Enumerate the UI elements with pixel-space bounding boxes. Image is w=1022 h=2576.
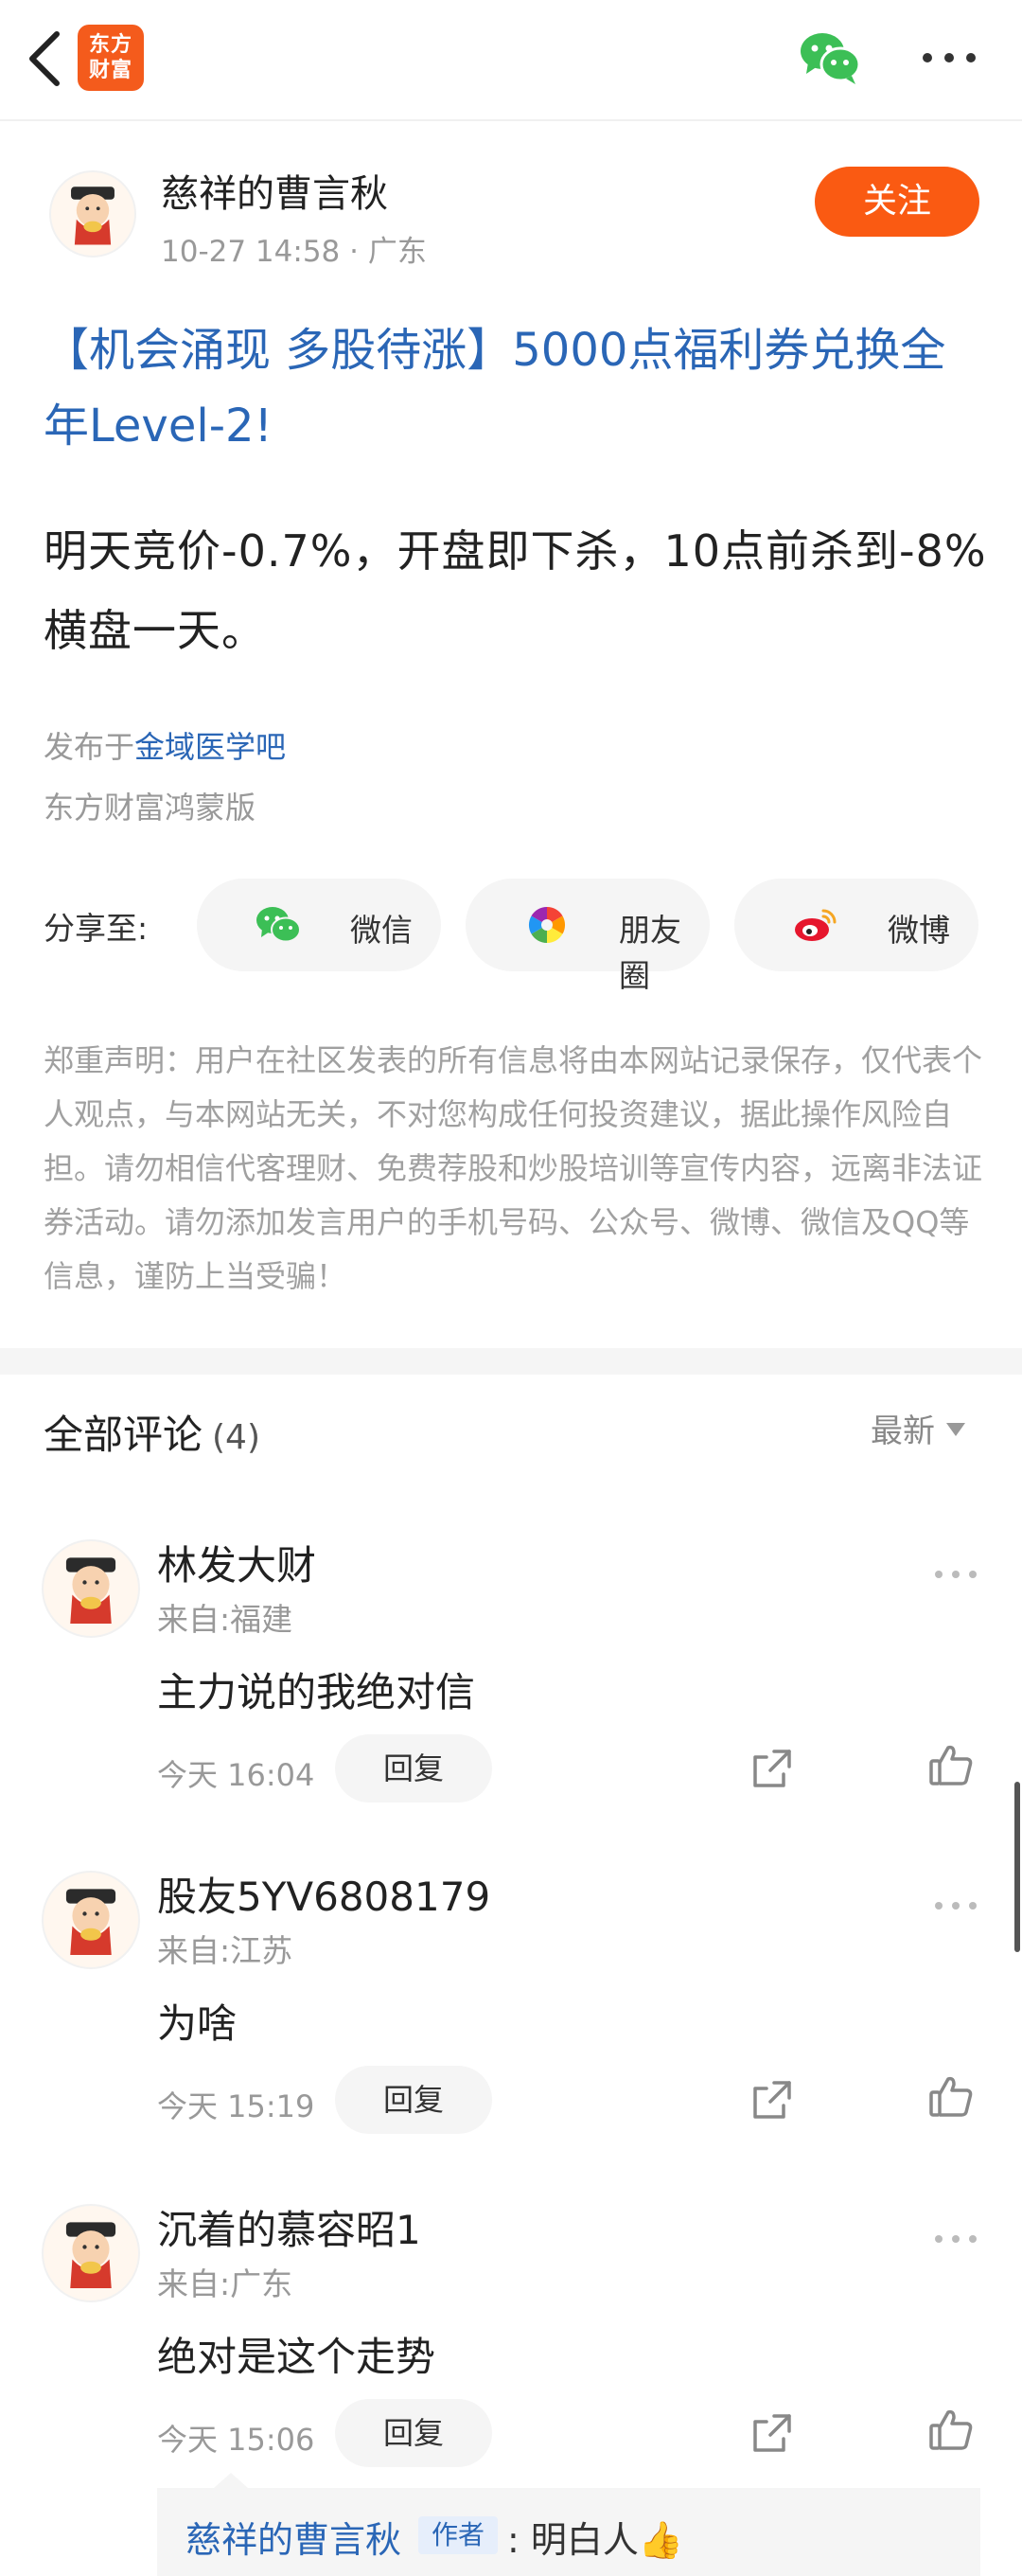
more-dots-icon[interactable] xyxy=(933,1899,978,1912)
author-avatar[interactable] xyxy=(49,170,136,258)
thumbs-up-icon[interactable] xyxy=(927,2407,975,2454)
wechat-icon[interactable] xyxy=(799,30,861,85)
comments-header: 全部评论 (4) xyxy=(44,1403,260,1461)
commenter-name[interactable]: 股友5YV6808179 xyxy=(157,1865,490,1923)
comment-time: 今天 15:06 xyxy=(157,2422,315,2458)
author-reply[interactable]: 慈祥的曹言秋 作者 : 明白人👍 xyxy=(157,2488,980,2576)
commenter-location: 来自:福建 xyxy=(157,1601,293,1638)
comment-time: 今天 16:04 xyxy=(157,1757,315,1793)
author-name[interactable]: 慈祥的曹言秋 xyxy=(161,163,388,218)
wechat-icon xyxy=(256,907,301,943)
reply-button[interactable]: 回复 xyxy=(335,2399,492,2467)
sort-label: 最新 xyxy=(871,1412,935,1450)
caret-down-icon xyxy=(946,1422,965,1436)
client-label: 东方财富鸿蒙版 xyxy=(44,790,256,826)
follow-button[interactable]: 关注 xyxy=(815,167,979,237)
share-icon[interactable] xyxy=(749,2410,795,2456)
more-dots-icon[interactable] xyxy=(933,1568,978,1581)
back-chevron-icon[interactable] xyxy=(23,28,70,89)
post-title[interactable]: 【机会涌现 多股待涨】5000点福利券兑换全年Level-2! xyxy=(44,312,980,464)
share-weibo-button[interactable]: 微博 xyxy=(734,879,978,971)
more-dots-icon[interactable] xyxy=(920,47,978,68)
scrollbar[interactable] xyxy=(1014,1782,1020,1952)
share-moments-label: 朋友圈 xyxy=(619,912,681,994)
commenter-location: 来自:广东 xyxy=(157,2265,293,2302)
reply-button[interactable]: 回复 xyxy=(335,2066,492,2134)
reply-text: : 明白人👍 xyxy=(507,2519,684,2561)
commenter-location: 来自:江苏 xyxy=(157,1932,293,1969)
published-prefix: 发布于 xyxy=(44,729,135,765)
comment-item: 股友5YV6808179 来自:江苏 为啥 今天 15:19 回复 xyxy=(0,1871,1022,2202)
more-dots-icon[interactable] xyxy=(933,2232,978,2246)
post-body: 明天竞价-0.7%，开盘即下杀，10点前杀到-8%横盘一天。 xyxy=(44,525,987,656)
meta-separator: · xyxy=(340,235,368,269)
comment-time: 今天 15:19 xyxy=(157,2088,315,2124)
top-bar: 东方 财富 xyxy=(0,0,1022,121)
weibo-icon xyxy=(795,909,837,941)
author-badge: 作者 xyxy=(418,2516,498,2554)
comments-count: (4) xyxy=(212,1418,261,1457)
comment-text[interactable]: 主力说的我绝对信 xyxy=(157,1661,475,1718)
post-meta: 10-27 14:58 · 广东 xyxy=(161,227,427,270)
comment-item: 沉着的慕容昭1 来自:广东 绝对是这个走势 今天 15:06 回复 xyxy=(0,2204,1022,2535)
reply-notch xyxy=(214,2473,248,2488)
post-location: 广东 xyxy=(367,235,427,269)
commenter-name[interactable]: 林发大财 xyxy=(157,1534,316,1591)
thumbs-up-icon[interactable] xyxy=(927,2073,975,2121)
section-divider xyxy=(0,1348,1022,1375)
commenter-name[interactable]: 沉着的慕容昭1 xyxy=(157,2198,421,2256)
comment-item: 林发大财 来自:福建 主力说的我绝对信 今天 16:04 回复 xyxy=(0,1539,1022,1871)
bar-link[interactable]: 金域医学吧 xyxy=(134,729,286,765)
share-wechat-label: 微信 xyxy=(350,912,413,949)
share-weibo-label: 微博 xyxy=(888,912,950,949)
reply-author-name[interactable]: 慈祥的曹言秋 xyxy=(185,2511,401,2563)
post-time: 10-27 14:58 xyxy=(161,235,341,269)
share-label: 分享至: xyxy=(44,910,149,947)
commenter-avatar[interactable] xyxy=(42,1539,140,1638)
share-wechat-button[interactable]: 微信 xyxy=(197,879,441,971)
share-icon[interactable] xyxy=(749,1746,795,1791)
thumbs-up-icon[interactable] xyxy=(927,1742,975,1789)
comments-title: 全部评论 xyxy=(44,1412,203,1458)
share-moments-button[interactable]: 朋友圈 xyxy=(466,879,710,994)
reply-button[interactable]: 回复 xyxy=(335,1734,492,1803)
comment-text[interactable]: 为啥 xyxy=(157,1992,237,2050)
disclaimer-text: 郑重声明：用户在社区发表的所有信息将由本网站记录保存，仅代表个人观点，与本网站无… xyxy=(44,1042,983,1294)
commenter-avatar[interactable] xyxy=(42,2204,140,2302)
comment-text[interactable]: 绝对是这个走势 xyxy=(157,2325,435,2383)
commenter-avatar[interactable] xyxy=(42,1871,140,1969)
sort-dropdown[interactable]: 最新 xyxy=(871,1405,965,1451)
share-icon[interactable] xyxy=(749,2077,795,2123)
app-logo: 东方 财富 xyxy=(78,25,144,91)
published-in: 发布于金域医学吧 xyxy=(44,723,286,767)
moments-icon xyxy=(528,906,566,944)
